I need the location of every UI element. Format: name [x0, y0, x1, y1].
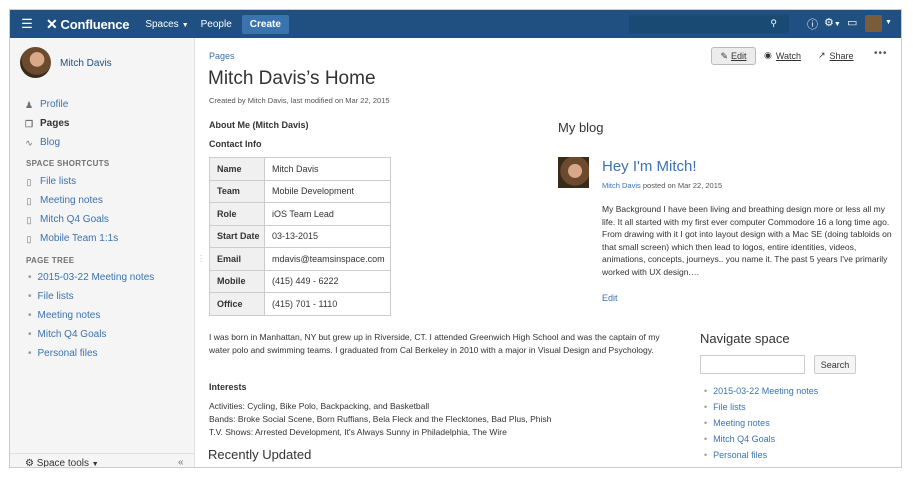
shortcut-mitch-q4-goals[interactable]: ▯ Mitch Q4 Goals — [24, 214, 109, 225]
shortcut-file-lists[interactable]: ▯ File lists — [24, 176, 77, 187]
bullet-icon: • — [28, 291, 32, 302]
interest-line: Bands: Broke Social Scene, Born Ruffians… — [209, 414, 552, 424]
navigate-search-button[interactable]: Search — [814, 355, 856, 374]
interest-line: Activities: Cycling, Bike Polo, Backpack… — [209, 401, 430, 411]
blog-heading: My blog — [558, 120, 604, 135]
table-row: Name Mitch Davis — [209, 157, 391, 181]
table-row: Mobile (415) 449 - 6222 — [209, 269, 391, 293]
collapse-sidebar-button[interactable]: « — [178, 457, 184, 467]
tree-item[interactable]: • Mitch Q4 Goals — [28, 329, 106, 340]
bullet-icon: • — [704, 418, 708, 428]
bullet-icon: • — [28, 272, 32, 283]
hamburger-icon[interactable]: ☰ — [14, 16, 40, 32]
space-shortcuts-heading: SPACE SHORTCUTS — [26, 159, 110, 168]
about-heading: About Me (Mitch Davis) — [209, 120, 309, 130]
rss-icon: ∿ — [25, 137, 33, 148]
navigate-search-input[interactable] — [700, 355, 805, 374]
navigate-item[interactable]: • File lists — [704, 402, 746, 412]
tree-item[interactable]: • File lists — [28, 291, 74, 302]
navigate-space-heading: Navigate space — [700, 331, 790, 346]
table-row: Role iOS Team Lead — [209, 202, 391, 226]
page-icon: ▯ — [26, 176, 32, 187]
pencil-icon: ✎ — [720, 50, 729, 61]
people-link[interactable]: People — [201, 19, 232, 30]
more-actions-button[interactable]: ••• — [874, 48, 888, 59]
user-avatar[interactable] — [865, 15, 882, 32]
space-tools-button[interactable]: ⚙ Space tools ▼ — [25, 458, 99, 468]
blog-edit-link[interactable]: Edit — [602, 293, 618, 303]
bullet-icon: • — [704, 402, 708, 412]
tree-item[interactable]: • Meeting notes — [28, 310, 100, 321]
bullet-icon: • — [28, 348, 32, 359]
sidebar-item-profile[interactable]: ♟ Profile — [24, 99, 68, 110]
page-icon: ▯ — [26, 233, 32, 244]
table-row: Team Mobile Development — [209, 179, 391, 203]
recently-updated-heading: Recently Updated — [208, 447, 312, 462]
sidebar-item-blog[interactable]: ∿ Blog — [24, 137, 60, 148]
bullet-icon: • — [28, 329, 32, 340]
author-avatar[interactable] — [558, 157, 589, 188]
sidebar-resize-handle[interactable]: ⋮ — [197, 254, 205, 263]
share-icon: ↗ — [818, 50, 826, 60]
contact-heading: Contact Info — [209, 139, 262, 149]
bio-paragraph: I was born in Manhattan, NY but grew up … — [209, 332, 660, 355]
space-sidebar: Mitch Davis ♟ Profile ❐ Pages ∿ Blog SPA… — [10, 38, 195, 467]
page-byline: Created by Mitch Davis, last modified on… — [209, 96, 390, 105]
caret-down-icon: ▼ — [181, 21, 189, 29]
navigate-item[interactable]: • Mitch Q4 Goals — [704, 434, 775, 444]
confluence-window: ☰ ✕ Confluence Spaces ▼ People Create ⚲ ⓘ… — [9, 9, 902, 468]
gear-icon: ⚙ — [25, 458, 34, 468]
space-avatar[interactable] — [20, 47, 51, 78]
create-button[interactable]: Create — [241, 14, 289, 34]
breadcrumb[interactable]: Pages — [209, 51, 235, 61]
bullet-icon: • — [704, 386, 708, 396]
shortcut-mobile-team[interactable]: ▯ Mobile Team 1:1s — [24, 233, 119, 244]
table-row: Office (415) 701 - 1110 — [209, 292, 391, 316]
top-navigation: ☰ ✕ Confluence Spaces ▼ People Create ⚲ ⓘ… — [10, 10, 901, 38]
bullet-icon: • — [704, 434, 708, 444]
page-icon: ▯ — [26, 214, 32, 225]
navigate-item[interactable]: • Meeting notes — [704, 418, 770, 428]
blog-post-meta: Mitch Davis posted on Mar 22, 2015 — [602, 181, 723, 190]
sidebar-footer: ⚙ Space tools ▼ « — [10, 453, 194, 467]
page-icon: ▯ — [26, 195, 32, 206]
caret-down-icon[interactable]: ▼ — [885, 19, 892, 26]
bullet-icon: • — [28, 310, 32, 321]
pages-icon: ❐ — [24, 118, 34, 129]
space-owner-name[interactable]: Mitch Davis — [60, 58, 112, 69]
table-row: Email mdavis@teamsinspace.com — [209, 247, 391, 271]
search-input[interactable]: ⚲ — [629, 15, 789, 33]
interest-line: T.V. Shows: Arrested Development, It's A… — [209, 427, 507, 437]
blog-post-title[interactable]: Hey I'm Mitch! — [602, 158, 697, 175]
eye-icon: ◉ — [764, 50, 772, 60]
edit-button[interactable]: ✎ Edit — [711, 47, 756, 65]
search-icon: ⚲ — [770, 18, 777, 28]
spaces-menu[interactable]: Spaces ▼ — [145, 19, 188, 30]
notifications-icon[interactable]: ▭ — [847, 16, 857, 29]
help-icon[interactable]: ⓘ — [807, 16, 818, 32]
contact-table: Name Mitch Davis Team Mobile Development R… — [209, 157, 391, 316]
tree-item[interactable]: • 2015-03-22 Meeting notes — [28, 272, 154, 283]
shortcut-meeting-notes[interactable]: ▯ Meeting notes — [24, 195, 103, 206]
confluence-logo[interactable]: ✕ Confluence — [46, 15, 130, 33]
caret-down-icon: ▼ — [91, 461, 99, 468]
share-button[interactable]: ↗ Share — [818, 50, 854, 61]
watch-button[interactable]: ◉ Watch — [764, 50, 801, 61]
sidebar-item-pages[interactable]: ❐ Pages — [24, 118, 70, 129]
table-row: Start Date 03-13-2015 — [209, 224, 391, 248]
page-title: Mitch Davis’s Home — [208, 68, 376, 89]
navigate-item[interactable]: • Personal files — [704, 450, 767, 460]
gear-icon[interactable]: ⚙▼ — [824, 16, 841, 29]
author-link[interactable]: Mitch Davis — [602, 181, 641, 190]
tree-item[interactable]: • Personal files — [28, 348, 98, 359]
navigate-item[interactable]: • 2015-03-22 Meeting notes — [704, 386, 818, 396]
blog-post-excerpt: My Background I have been living and bre… — [602, 204, 892, 277]
confluence-x-icon: ✕ — [46, 15, 58, 32]
interests-heading: Interests — [209, 382, 247, 392]
person-icon: ♟ — [24, 99, 34, 110]
page-tree-heading: PAGE TREE — [26, 256, 75, 265]
bullet-icon: • — [704, 450, 708, 460]
